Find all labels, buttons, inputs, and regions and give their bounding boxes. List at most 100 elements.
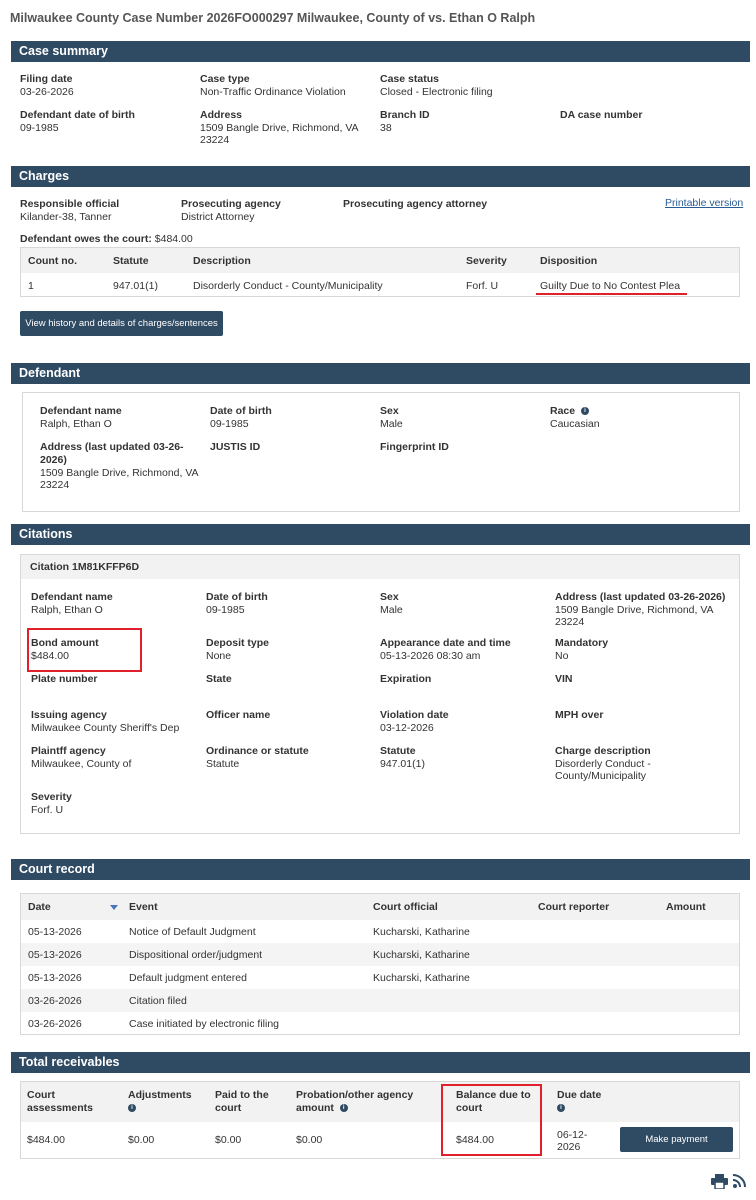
statute-field: Statute 947.01(1)	[380, 745, 425, 770]
severity-field: Severity Forf. U	[31, 791, 72, 816]
official-cell: Kucharski, Katharine	[373, 926, 470, 938]
table-row: 05-13-2026 Default judgment entered Kuch…	[21, 966, 739, 989]
officer-name-field: Officer name	[206, 709, 271, 721]
info-icon[interactable]: i	[557, 1104, 565, 1113]
probation-value: $0.00	[296, 1134, 323, 1146]
court-record-table: Date Event Court official Court reporter…	[20, 893, 740, 1035]
col-paid-to-court: Paid to the court	[215, 1089, 269, 1114]
disposition-cell: Guilty Due to No Contest Plea	[540, 280, 681, 292]
mandatory-field: Mandatory No	[555, 637, 609, 662]
col-statute: Statute	[113, 255, 149, 267]
col-severity: Severity	[466, 255, 507, 267]
date-cell: 03-26-2026	[28, 995, 82, 1007]
col-date[interactable]: Date	[28, 901, 51, 913]
page-title: Milwaukee County Case Number 2026FO00029…	[10, 11, 536, 25]
rss-icon[interactable]	[733, 1173, 747, 1188]
table-row: 03-26-2026 Citation filed	[21, 989, 739, 1012]
event-cell: Default judgment entered	[129, 972, 247, 984]
citation-sex: Sex Male	[380, 591, 403, 616]
col-description: Description	[193, 255, 251, 267]
printable-version-link[interactable]: Printable version	[665, 197, 743, 209]
print-icon[interactable]	[711, 1174, 728, 1189]
prosecuting-attorney-field: Prosecuting agency attorney	[343, 198, 488, 210]
disposition-highlight	[536, 293, 687, 295]
col-count-no: Count no.	[28, 255, 77, 267]
view-history-button[interactable]: View history and details of charges/sent…	[20, 311, 223, 336]
make-payment-button[interactable]: Make payment	[620, 1127, 733, 1152]
severity-cell: Forf. U	[466, 280, 499, 292]
race-field: Race i Caucasian	[550, 405, 600, 430]
table-row: 05-13-2026 Dispositional order/judgment …	[21, 943, 739, 966]
citation-address: Address (last updated 03-26-2026) 1509 Ba…	[555, 591, 726, 628]
col-probation-amount: Probation/other agency amount i	[296, 1089, 414, 1114]
address-field: Address 1509 Bangle Drive, Richmond, VA 23…	[200, 109, 359, 146]
defendant-address-field: Address (last updated 03-26- 2026) 1509 Ba…	[40, 441, 199, 491]
responsible-official-field: Responsible official Kilander-38, Tanner	[20, 198, 120, 223]
vin-field: VIN	[555, 673, 573, 685]
official-cell: Kucharski, Katharine	[373, 949, 470, 961]
case-summary-header: Case summary	[11, 41, 750, 62]
filing-date-field: Filing date 03-26-2026	[20, 73, 74, 98]
col-disposition: Disposition	[540, 255, 598, 267]
citation-title-bar: Citation 1M81KFFP6D	[21, 555, 739, 579]
fingerprint-id-field: Fingerprint ID	[380, 441, 449, 453]
deposit-type-field: Deposit type None	[206, 637, 270, 662]
total-receivables-header: Total receivables	[11, 1052, 750, 1073]
citation-title: Citation 1M81KFFP6D	[30, 561, 140, 573]
info-icon[interactable]: i	[580, 407, 589, 416]
issuing-agency-field: Issuing agency Milwaukee County Sheriff's…	[31, 709, 180, 734]
col-event: Event	[129, 901, 158, 913]
sex-field: Sex Male	[380, 405, 403, 430]
date-cell: 03-26-2026	[28, 1018, 82, 1030]
event-cell: Dispositional order/judgment	[129, 949, 263, 961]
court-record-table-header: Date Event Court official Court reporter…	[21, 894, 739, 920]
citation-defendant-name: Defendant name Ralph, Ethan O	[31, 591, 113, 616]
bond-highlight	[27, 628, 142, 672]
expiration-field: Expiration	[380, 673, 432, 685]
charges-table: Count no. Statute Description Severity D…	[20, 247, 740, 297]
info-icon[interactable]: i	[128, 1104, 136, 1113]
prosecuting-agency-field: Prosecuting agency District Attorney	[181, 198, 281, 223]
branch-id-field: Branch ID 38	[380, 109, 430, 134]
col-court-official: Court official	[373, 901, 438, 913]
paid-value: $0.00	[215, 1134, 242, 1146]
due-date-value: 06-12- 2026	[557, 1129, 588, 1153]
court-assessments-value: $484.00	[27, 1134, 65, 1146]
date-cell: 05-13-2026	[28, 949, 82, 961]
date-cell: 05-13-2026	[28, 926, 82, 938]
event-cell: Case initiated by electronic filing	[129, 1018, 279, 1030]
appearance-field: Appearance date and time 05-13-2026 08:30…	[380, 637, 511, 662]
defendant-dob-field-2: Date of birth 09-1985	[210, 405, 272, 430]
table-row: 05-13-2026 Notice of Default Judgment Ku…	[21, 920, 739, 943]
defendant-name-field: Defendant name Ralph, Ethan O	[40, 405, 122, 430]
case-type-field: Case type Non-Traffic Ordinance Violation	[200, 73, 346, 98]
info-icon[interactable]: i	[339, 1104, 348, 1113]
col-amount: Amount	[666, 901, 706, 913]
race-label: Race	[550, 405, 576, 417]
charges-header: Charges	[11, 166, 750, 187]
court-record-header: Court record	[11, 859, 750, 880]
statute-cell: 947.01(1)	[113, 280, 158, 292]
justis-id-field: JUSTIS ID	[210, 441, 261, 453]
col-due-date: Due date i	[557, 1089, 602, 1113]
plaintiff-agency-field: Plaintff agency Milwaukee, County of	[31, 745, 132, 770]
citations-header: Citations	[11, 524, 750, 545]
sort-down-icon[interactable]	[110, 905, 118, 910]
defendant-dob-field: Defendant date of birth 09-1985	[20, 109, 135, 134]
ordinance-field: Ordinance or statute Statute	[206, 745, 309, 770]
official-cell: Kucharski, Katharine	[373, 972, 470, 984]
date-cell: 05-13-2026	[28, 972, 82, 984]
violation-date-field: Violation date 03-12-2026	[380, 709, 449, 734]
da-case-number-field: DA case number	[560, 109, 643, 121]
defendant-owes: Defendant owes the court: $484.00	[20, 233, 193, 245]
col-court-assessments: Court assessments	[27, 1089, 93, 1114]
description-cell: Disorderly Conduct - County/Municipality	[193, 280, 383, 292]
balance-highlight	[441, 1084, 542, 1156]
charge-description-field: Charge description Disorderly Conduct - Co…	[555, 745, 651, 782]
event-cell: Citation filed	[129, 995, 187, 1007]
col-court-reporter: Court reporter	[538, 901, 610, 913]
count-no-cell: 1	[28, 280, 34, 292]
plate-number-field: Plate number	[31, 673, 98, 685]
citation-dob: Date of birth 09-1985	[206, 591, 268, 616]
charges-table-header: Count no. Statute Description Severity D…	[21, 248, 739, 273]
